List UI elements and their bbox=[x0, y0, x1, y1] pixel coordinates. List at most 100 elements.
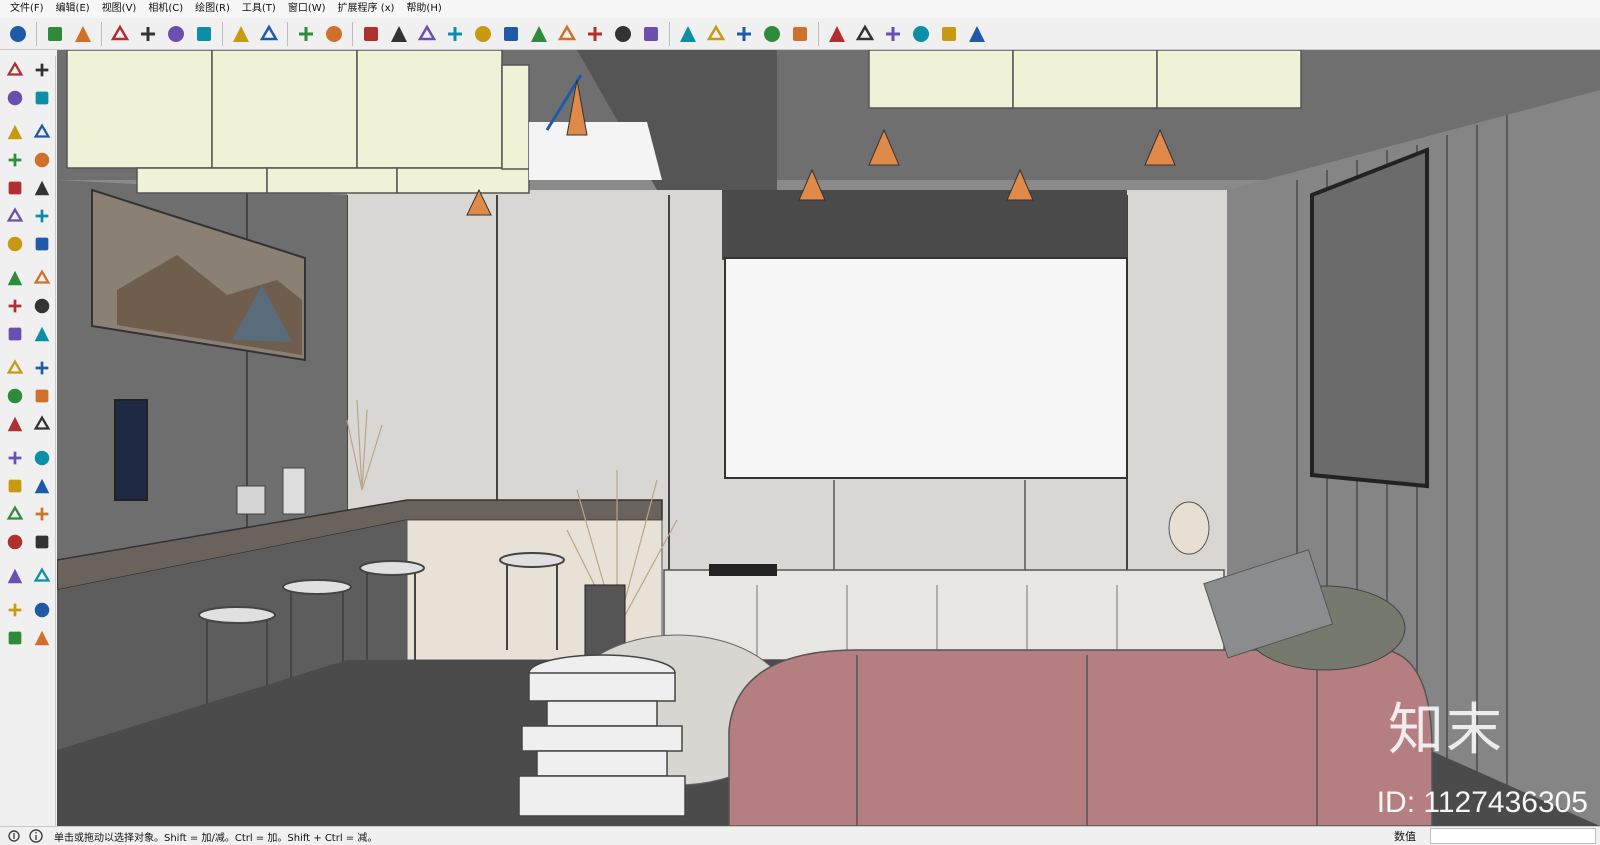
sandbox-scratch-icon[interactable] bbox=[28, 597, 55, 624]
measurements-input[interactable] bbox=[1430, 828, 1596, 844]
print-icon[interactable] bbox=[292, 20, 320, 48]
scale-icon[interactable] bbox=[1, 321, 28, 348]
pan-icon[interactable] bbox=[28, 445, 55, 472]
right-view-icon[interactable] bbox=[907, 20, 935, 48]
rotated-rectangle-icon[interactable] bbox=[28, 147, 55, 174]
menu-item-2[interactable]: 视图(V) bbox=[96, 0, 143, 18]
menu-item-6[interactable]: 窗口(W) bbox=[282, 0, 332, 18]
menu-item-4[interactable]: 绘图(R) bbox=[189, 0, 236, 18]
zoom-extents-icon[interactable] bbox=[1, 501, 28, 528]
watermark-brand: 知末 bbox=[1388, 698, 1504, 763]
paste-icon[interactable] bbox=[162, 20, 190, 48]
move-tool-icon[interactable] bbox=[1, 265, 28, 292]
3d-text-icon[interactable] bbox=[28, 411, 55, 438]
menu-item-5[interactable]: 工具(T) bbox=[236, 0, 282, 18]
position-camera-icon[interactable] bbox=[1, 529, 28, 556]
stamp-icon[interactable] bbox=[28, 625, 55, 652]
text-label-icon[interactable] bbox=[28, 383, 55, 410]
orbit-icon[interactable] bbox=[1, 445, 28, 472]
add-location-icon[interactable] bbox=[441, 20, 469, 48]
front-view-icon[interactable] bbox=[851, 20, 879, 48]
paint-bucket-icon[interactable] bbox=[1, 85, 28, 112]
iso-view-icon[interactable] bbox=[823, 20, 851, 48]
component-icon[interactable] bbox=[28, 57, 55, 84]
top-view-icon[interactable] bbox=[879, 20, 907, 48]
refresh-icon[interactable] bbox=[385, 20, 413, 48]
previous-view-icon[interactable] bbox=[28, 501, 55, 528]
select-arrow-icon[interactable] bbox=[674, 20, 702, 48]
three-point-arc-icon[interactable] bbox=[1, 231, 28, 258]
scene-render bbox=[57, 50, 1600, 826]
mail-icon[interactable] bbox=[609, 20, 637, 48]
menu-item-3[interactable]: 相机(C) bbox=[142, 0, 189, 18]
pie-icon[interactable] bbox=[28, 231, 55, 258]
model-viewport[interactable]: 知末 ID: 1127436305 bbox=[57, 50, 1600, 826]
select-icon[interactable] bbox=[1, 57, 28, 84]
upload-icon[interactable] bbox=[553, 20, 581, 48]
projector-housing bbox=[722, 190, 1127, 260]
eraser-icon[interactable] bbox=[28, 85, 55, 112]
protractor-icon[interactable] bbox=[1, 383, 28, 410]
move-icon[interactable] bbox=[730, 20, 758, 48]
menu-item-1[interactable]: 编辑(E) bbox=[50, 0, 96, 18]
layers-icon[interactable] bbox=[497, 20, 525, 48]
save-icon[interactable] bbox=[69, 20, 97, 48]
circle-icon[interactable] bbox=[1, 175, 28, 202]
walk-icon[interactable] bbox=[1, 563, 28, 590]
freehand-icon[interactable] bbox=[28, 119, 55, 146]
two-point-arc-icon[interactable] bbox=[28, 203, 55, 230]
main-toolbar bbox=[0, 18, 1600, 50]
menu-item-0[interactable]: 文件(F) bbox=[4, 0, 50, 18]
offset-icon[interactable] bbox=[28, 321, 55, 348]
model-info-icon[interactable] bbox=[320, 20, 348, 48]
push-pull-icon[interactable] bbox=[28, 265, 55, 292]
palette-row bbox=[0, 354, 55, 382]
side-table bbox=[518, 654, 686, 817]
follow-me-tool-icon[interactable] bbox=[28, 293, 55, 320]
zoom-window-icon[interactable] bbox=[28, 473, 55, 500]
toolbar-separator bbox=[818, 21, 819, 46]
dimension-icon[interactable] bbox=[28, 355, 55, 382]
back-view-icon[interactable] bbox=[935, 20, 963, 48]
palette-row bbox=[0, 528, 55, 556]
gear-icon[interactable] bbox=[581, 20, 609, 48]
geolocation-icon[interactable] bbox=[6, 828, 22, 844]
watermark-id: ID: 1127436305 bbox=[1376, 786, 1588, 819]
projector-screen bbox=[724, 257, 1128, 479]
redo-icon[interactable] bbox=[255, 20, 283, 48]
undo-icon[interactable] bbox=[227, 20, 255, 48]
copy-icon[interactable] bbox=[134, 20, 162, 48]
right-artwork bbox=[1310, 147, 1429, 489]
zoom-icon[interactable] bbox=[1, 473, 28, 500]
polygon-icon[interactable] bbox=[28, 175, 55, 202]
cut-icon[interactable] bbox=[106, 20, 134, 48]
share-model-icon[interactable] bbox=[413, 20, 441, 48]
open-file-icon[interactable] bbox=[41, 20, 69, 48]
rectangle-icon[interactable] bbox=[1, 147, 28, 174]
menu-item-8[interactable]: 帮助(H) bbox=[400, 0, 447, 18]
menu-item-7[interactable]: 扩展程序 (x) bbox=[332, 0, 401, 18]
sofa bbox=[728, 649, 1433, 826]
left-view-icon[interactable] bbox=[963, 20, 991, 48]
sandbox-contours-icon[interactable] bbox=[1, 597, 28, 624]
axes-icon[interactable] bbox=[1, 411, 28, 438]
arc-icon[interactable] bbox=[1, 203, 28, 230]
pencil-line-icon[interactable] bbox=[1, 119, 28, 146]
info-status-icon[interactable] bbox=[28, 828, 44, 844]
smoove-icon[interactable] bbox=[1, 625, 28, 652]
new-file-icon[interactable] bbox=[4, 20, 32, 48]
photo-texture-icon[interactable] bbox=[525, 20, 553, 48]
rotate-icon[interactable] bbox=[1, 293, 28, 320]
terrain-icon[interactable] bbox=[469, 20, 497, 48]
info-icon[interactable] bbox=[637, 20, 665, 48]
tape-measure-icon[interactable] bbox=[1, 355, 28, 382]
person-icon[interactable] bbox=[786, 20, 814, 48]
toolbar-separator bbox=[352, 21, 353, 46]
warehouse-icon[interactable] bbox=[357, 20, 385, 48]
sandbox-icon[interactable] bbox=[758, 20, 786, 48]
look-around-icon[interactable] bbox=[28, 529, 55, 556]
section-plane-icon[interactable] bbox=[28, 563, 55, 590]
follow-me-icon[interactable] bbox=[702, 20, 730, 48]
erase-selection-icon[interactable] bbox=[190, 20, 218, 48]
upper-cabinets-left bbox=[66, 50, 530, 194]
